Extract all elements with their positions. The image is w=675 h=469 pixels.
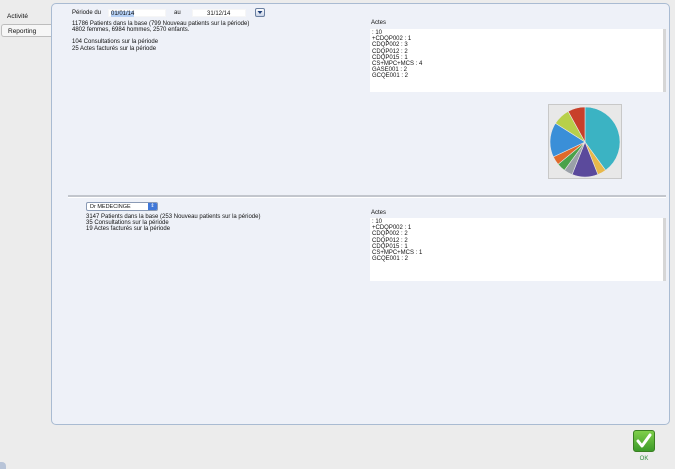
period-from-field[interactable]: 01/01/14: [108, 9, 166, 17]
period-to-value: 31/12/14: [207, 11, 231, 17]
global-actes-list[interactable]: : 10 +CDQP002 : 1 CDQP002 : 3 CDQP012 : …: [370, 29, 666, 92]
doctor-stats: 3147 Patients dans la base (253 Nouveau …: [86, 214, 260, 233]
period-dropdown-button[interactable]: [255, 8, 265, 17]
global-stats: 11786 Patients dans la base (799 Nouveau…: [72, 21, 249, 52]
period-from-label: Période du: [72, 10, 102, 16]
resize-handle[interactable]: [0, 462, 6, 469]
pie-chart: [549, 106, 621, 178]
global-gender-line: 4802 femmes, 6984 hommes, 2570 enfants.: [72, 27, 190, 34]
period-from-value: 01/01/14: [111, 11, 135, 17]
period-to-label: au: [174, 10, 181, 16]
period-to-field[interactable]: 31/12/14: [192, 9, 246, 17]
ok-label: OK: [639, 456, 649, 462]
global-actes-line: 25 Actes facturés sur la période: [72, 45, 157, 52]
pie-chart-frame: [548, 104, 622, 179]
tab-reporting[interactable]: Reporting: [1, 24, 51, 37]
section-divider: [68, 195, 666, 198]
list-item: GCQE001 : 2: [372, 256, 409, 263]
select-arrows-icon: ⇕: [148, 203, 157, 210]
doctor-select-value: Dr MEDECINGE: [90, 204, 131, 210]
tab-activite[interactable]: Activité: [1, 10, 51, 23]
doctor-actes-title: Actes: [371, 210, 387, 216]
checkmark-icon: [633, 430, 655, 452]
list-item: GCQE001 : 2: [372, 73, 409, 80]
chevron-down-icon: [257, 11, 263, 14]
doctor-select[interactable]: Dr MEDECINGE ⇕: [86, 202, 158, 211]
doctor-actes-line: 19 Actes facturés sur la période: [86, 226, 171, 233]
ok-button[interactable]: OK: [630, 430, 658, 466]
reporting-panel: Période du 01/01/14 au 31/12/14 11786 Pa…: [51, 3, 670, 425]
doctor-actes-list[interactable]: : 10 +CDQP002 : 1 CDQP002 : 2 CDQP012 : …: [370, 218, 666, 281]
global-actes-title: Actes: [371, 20, 387, 26]
